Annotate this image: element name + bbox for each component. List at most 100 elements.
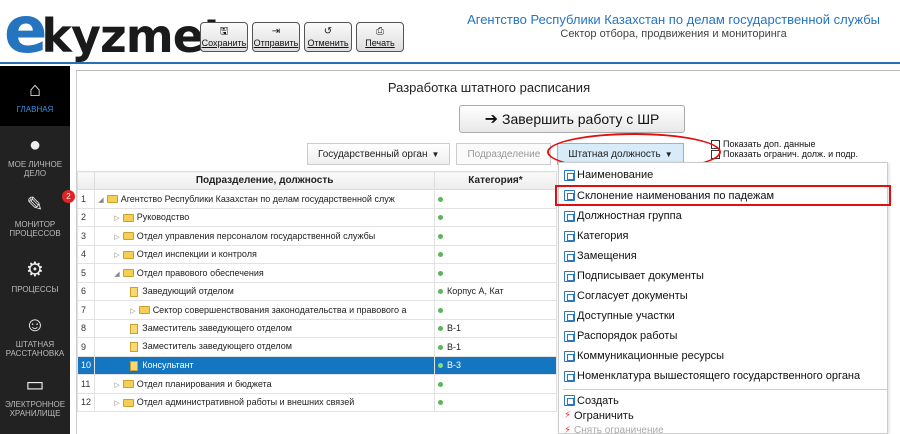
- expanded-icon[interactable]: ◢: [114, 271, 119, 278]
- row-name-cell[interactable]: ▷ Отдел административной работы и внешних…: [94, 392, 435, 412]
- collapsed-icon[interactable]: ▷: [114, 215, 119, 222]
- checkbox-label: Показать огранич. долж. и подр.: [723, 149, 859, 159]
- row-name: Консультант: [142, 359, 194, 370]
- save-button[interactable]: 🖫 Сохранить: [200, 22, 248, 52]
- checkbox-label: Показать доп. данные: [723, 139, 816, 149]
- collapsed-icon[interactable]: ▷: [114, 400, 119, 407]
- folder-icon: [122, 398, 134, 407]
- document-icon: [130, 323, 139, 334]
- menu-item[interactable]: Распорядок работы: [559, 326, 887, 346]
- cancel-button[interactable]: ↺ Отменить: [304, 22, 352, 52]
- filter-label: Штатная должность: [568, 148, 661, 160]
- table-row[interactable]: 7 ▷ Сектор совершенствования законодательс…: [76, 300, 558, 320]
- collapsed-icon[interactable]: ▷: [114, 252, 119, 259]
- checkbox-show-restricted[interactable]: Показать огранич. долж. и подр.: [711, 149, 858, 159]
- row-number: 5: [76, 263, 96, 283]
- menu-item[interactable]: Склонение наименования по падежам: [555, 185, 891, 206]
- agency-title: Агентство Республики Казахстан по делам …: [467, 12, 880, 27]
- row-name-cell[interactable]: ▷ Отдел планирования и бюджета: [94, 374, 435, 394]
- field-icon: [564, 290, 575, 302]
- row-name: Агентство Республики Казахстан по делам …: [120, 193, 395, 204]
- sidebar-item-2[interactable]: ✎ МОНИТОР ПРОЦЕССОВ 2: [0, 186, 75, 246]
- bolt-icon: ⚡: [564, 425, 572, 434]
- arrow-right-icon: ➔: [484, 111, 499, 128]
- row-name-cell[interactable]: Консультант: [94, 355, 435, 375]
- table-row[interactable]: 11 ▷ Отдел планирования и бюджета: [76, 374, 558, 394]
- menu-action[interactable]: Создать: [559, 393, 887, 408]
- field-icon: [564, 169, 575, 181]
- row-name-cell[interactable]: ▷ Сектор совершенствования законодательст…: [94, 300, 435, 320]
- table-row[interactable]: 2 ▷ Руководство: [76, 207, 558, 227]
- ekyzmet-logo[interactable]: e kyzmet: [4, 0, 225, 63]
- edit-icon: ✎: [26, 194, 44, 216]
- document-icon: [130, 286, 139, 297]
- agency-block: Агентство Республики Казахстан по делам …: [467, 12, 880, 40]
- filter-government-body[interactable]: Государственный орган ▼: [307, 143, 451, 165]
- expanded-icon[interactable]: ◢: [98, 197, 103, 204]
- checkbox-box[interactable]: [711, 139, 720, 149]
- sidebar-item-label: ЭЛЕКТРОННОЕ ХРАНИЛИЩЕ: [4, 400, 66, 418]
- collapsed-icon[interactable]: ▷: [130, 308, 135, 315]
- col-header-num: [76, 171, 96, 190]
- menu-item[interactable]: Должностная группа: [559, 206, 887, 226]
- table-row[interactable]: 5 ◢ Отдел правового обеспечения: [76, 263, 558, 283]
- folder-icon: [106, 195, 118, 204]
- field-icon: [564, 250, 575, 262]
- position-dropdown-menu: Наименование Склонение наименования по па…: [555, 162, 891, 434]
- finish-staffing-button[interactable]: ➔ Завершить работу с ШР: [459, 105, 685, 133]
- sidebar-item-5[interactable]: ▭ ЭЛЕКТРОННОЕ ХРАНИЛИЩЕ: [0, 366, 70, 426]
- table-row[interactable]: 9 Заместитель заведующего отделом В-1: [76, 337, 558, 357]
- sidebar-item-1[interactable]: ● МОЕ ЛИЧНОЕ ДЕЛО: [0, 126, 70, 186]
- row-name-cell[interactable]: ▷ Отдел управления персоналом государстве…: [94, 226, 435, 246]
- collapsed-icon[interactable]: ▷: [114, 234, 119, 241]
- menu-item-label: Склонение наименования по падежам: [577, 189, 775, 202]
- create-icon: [564, 395, 575, 406]
- row-name-cell[interactable]: Заместитель заведующего отделом: [94, 318, 435, 338]
- collapsed-icon[interactable]: ▷: [114, 382, 119, 389]
- checkbox-show-extra[interactable]: Показать доп. данные: [711, 139, 858, 149]
- sidebar-item-4[interactable]: ☺ ШТАТНАЯ РАССТАНОВКА: [0, 306, 70, 366]
- document-icon: [130, 342, 139, 353]
- row-name-cell[interactable]: ▷ Руководство: [94, 207, 435, 227]
- row-name-cell[interactable]: ◢ Агентство Республики Казахстан по делам…: [94, 189, 435, 209]
- sidebar-item-0[interactable]: ⌂ ГЛАВНАЯ: [0, 66, 70, 126]
- row-category: В-3: [446, 360, 461, 371]
- table-row[interactable]: 8 Заместитель заведующего отделом В-1: [76, 318, 558, 338]
- menu-item[interactable]: Категория: [559, 226, 887, 246]
- sidebar-item-3[interactable]: ⚙ ПРОЦЕССЫ: [0, 246, 70, 306]
- menu-item[interactable]: Согласует документы: [559, 286, 887, 306]
- row-name-cell[interactable]: ◢ Отдел правового обеспечения: [94, 263, 435, 283]
- menu-item-label: Категория: [577, 230, 629, 242]
- table-row[interactable]: 10 Консультант В-3: [76, 355, 558, 375]
- menu-item[interactable]: Замещения: [559, 246, 887, 266]
- people-icon: ☺: [24, 314, 46, 336]
- row-name: Отдел управления персоналом государствен…: [136, 230, 376, 241]
- row-name-cell[interactable]: Заведующий отделом: [94, 281, 435, 301]
- table-row[interactable]: 6 Заведующий отделом Корпус А, Кат: [76, 281, 558, 301]
- table-row[interactable]: 1 ◢ Агентство Республики Казахстан по дела…: [76, 189, 558, 209]
- table-row[interactable]: 3 ▷ Отдел управления персоналом государств…: [76, 226, 558, 246]
- menu-item[interactable]: Подписывает документы: [559, 266, 887, 286]
- table-row[interactable]: 4 ▷ Отдел инспекции и контроля: [76, 244, 558, 264]
- col-header-category[interactable]: Категория*: [433, 171, 558, 190]
- send-button[interactable]: ⇥ Отправить: [252, 22, 300, 52]
- row-name-cell[interactable]: ▷ Отдел инспекции и контроля: [94, 244, 435, 264]
- row-name: Отдел правового обеспечения: [136, 267, 264, 278]
- toolbar-button-label: Сохранить: [201, 37, 247, 48]
- menu-item[interactable]: Номенклатура вышестоящего государственно…: [559, 366, 887, 386]
- sidebar: ⌂ ГЛАВНАЯ ● МОЕ ЛИЧНОЕ ДЕЛО ✎ МОНИТОР ПРОЦЕСС…: [0, 66, 75, 434]
- menu-item[interactable]: Доступные участки: [559, 306, 887, 326]
- table-row[interactable]: 12 ▷ Отдел административной работы и внешн…: [76, 392, 558, 412]
- row-name: Руководство: [136, 212, 190, 223]
- row-category-cell: [433, 207, 558, 227]
- checkbox-box[interactable]: [711, 149, 720, 159]
- menu-action[interactable]: ⚡ Ограничить: [559, 408, 887, 423]
- col-header-name[interactable]: Подразделение, должность: [94, 171, 435, 190]
- row-name-cell[interactable]: Заместитель заведующего отделом: [94, 337, 435, 357]
- menu-item[interactable]: Коммуникационные ресурсы: [559, 346, 887, 366]
- row-category-cell: Корпус А, Кат: [433, 281, 558, 301]
- menu-item[interactable]: Наименование: [559, 165, 887, 185]
- print-button[interactable]: ⎙ Печать: [356, 22, 404, 52]
- row-number: 6: [76, 281, 96, 301]
- send-icon: ⇥: [271, 25, 281, 37]
